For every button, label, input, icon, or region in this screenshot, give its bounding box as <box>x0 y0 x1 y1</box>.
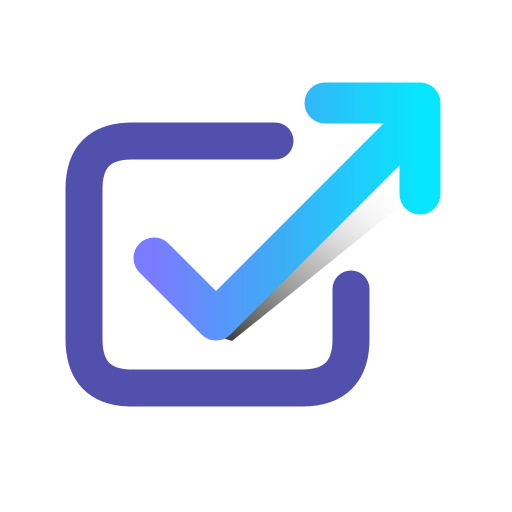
checkbox-arrow-icon <box>65 82 441 407</box>
app-icon <box>0 0 512 512</box>
